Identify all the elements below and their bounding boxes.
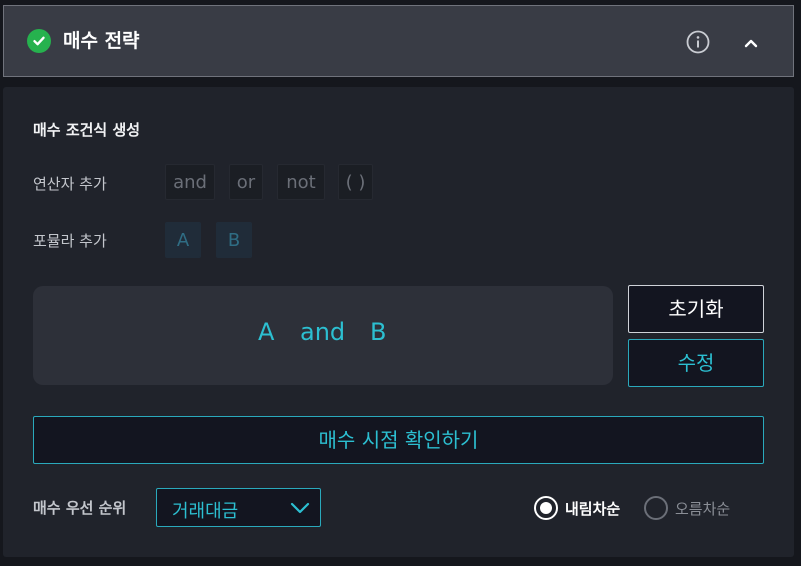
- formula-b-button[interactable]: B: [216, 222, 252, 258]
- reset-button[interactable]: 초기화: [628, 285, 764, 333]
- condition-expression-box[interactable]: A and B: [33, 286, 613, 385]
- check-circle-icon: [27, 29, 51, 53]
- formulas-label: 포뮬라 추가: [33, 232, 107, 250]
- condition-builder-panel: 매수 조건식 생성 연산자 추가 and or not ( ) 포뮬라 추가 A…: [3, 87, 794, 557]
- priority-select[interactable]: 거래대금: [156, 488, 321, 527]
- info-icon[interactable]: [686, 30, 710, 54]
- sort-ascending-radio[interactable]: 오름차순: [644, 495, 744, 521]
- section-title: 매수 조건식 생성: [33, 121, 141, 139]
- expression-token: A: [258, 318, 275, 346]
- strategy-widget: 매수 전략 매수 조건식 생성 연산자 추가 and or not ( ) 포뮬…: [0, 0, 801, 566]
- operator-and-button[interactable]: and: [165, 164, 215, 200]
- radio-unselected-icon: [644, 496, 668, 520]
- expression-token: B: [370, 318, 387, 346]
- strategy-title: 매수 전략: [63, 30, 140, 52]
- confirm-buy-timing-button[interactable]: 매수 시점 확인하기: [33, 416, 764, 464]
- chevron-up-icon[interactable]: [741, 33, 761, 53]
- operator-parentheses-button[interactable]: ( ): [338, 164, 373, 200]
- radio-selected-icon: [534, 496, 558, 520]
- sort-ascending-label: 오름차순: [675, 500, 731, 518]
- expression-token: and: [300, 318, 346, 346]
- sort-descending-radio[interactable]: 내림차순: [534, 495, 634, 521]
- edit-button[interactable]: 수정: [628, 339, 764, 387]
- operator-or-button[interactable]: or: [229, 164, 263, 200]
- chevron-down-icon: [290, 499, 310, 517]
- priority-label: 매수 우선 순위: [33, 499, 127, 517]
- operator-not-button[interactable]: not: [277, 164, 325, 200]
- operators-label: 연산자 추가: [33, 175, 107, 193]
- strategy-header[interactable]: 매수 전략: [3, 5, 794, 77]
- sort-descending-label: 내림차순: [565, 500, 621, 518]
- priority-selected-value: 거래대금: [172, 501, 239, 522]
- formula-a-button[interactable]: A: [165, 222, 201, 258]
